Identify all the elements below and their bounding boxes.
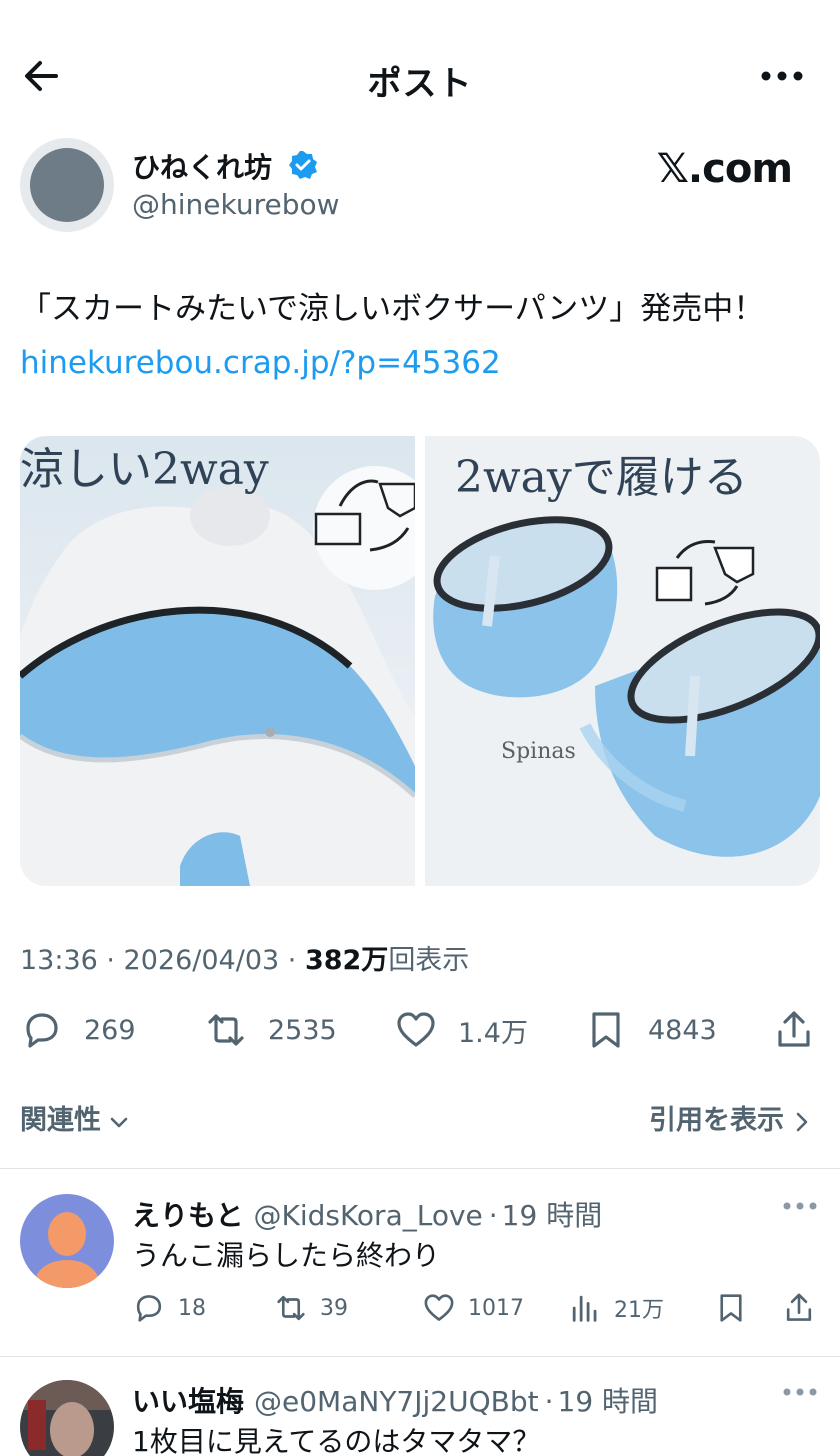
author-name[interactable]: ひねくれ坊 (132, 146, 272, 186)
reply-more-icon[interactable] (782, 1386, 818, 1398)
reply-time-sep: · (488, 1199, 498, 1232)
reply-views-count: 21万 (614, 1298, 664, 1323)
reply-more-icon[interactable] (782, 1200, 818, 1212)
reply-author-handle[interactable]: @e0MaNY7Jj2UQBbt (254, 1385, 539, 1418)
post-meta: 13:36 · 2026/04/03 · 382万回表示 (20, 938, 469, 977)
post-text-body: 「スカートみたいで涼しいボクサーパンツ」発売中！ (20, 291, 765, 327)
x-watermark: 𝕏.com (656, 146, 793, 192)
reply-share-button[interactable] (782, 1288, 816, 1328)
reply-item[interactable]: えりもと @KidsKora_Love · 19 時間 うんこ漏らしたら終わり 18 … (0, 1194, 840, 1334)
image-right-caption: 2wayで履ける (455, 452, 748, 503)
heart-icon (424, 1294, 454, 1321)
image-left-caption: 涼しい2way (20, 444, 269, 495)
post-author: ひねくれ坊 @hinekurebow 𝕏.com (20, 138, 820, 238)
reply-button[interactable]: 269 (20, 1004, 136, 1056)
reply-reply-count: 18 (178, 1295, 206, 1321)
share-icon (786, 1293, 812, 1321)
brand-logo: Spinas (501, 739, 576, 764)
analytics-icon (572, 1295, 597, 1322)
reply-author-name[interactable]: いい塩梅 (132, 1385, 244, 1418)
divider (0, 1168, 840, 1169)
reply-header: えりもと @KidsKora_Love · 19 時間 (132, 1194, 602, 1234)
reply-reply-button[interactable]: 18 (132, 1288, 206, 1328)
view-quotes-link[interactable]: 引用を表示 (649, 1098, 812, 1137)
page-title: ポスト (367, 64, 473, 104)
reply-item[interactable]: いい塩梅 @e0MaNY7Jj2UQBbt · 19 時間 1枚目に見えてるのはタマタ… (0, 1380, 840, 1456)
repost-icon (277, 1295, 305, 1321)
post-link[interactable]: hinekurebou.crap.jp/?p=45362 (20, 345, 501, 381)
reply-time-sep: · (544, 1385, 554, 1418)
reply-author-handle[interactable]: @KidsKora_Love (253, 1199, 482, 1232)
reply-author-name[interactable]: えりもと (132, 1199, 243, 1232)
repost-count: 2535 (268, 1014, 337, 1046)
like-count: 1.4万 (458, 1017, 528, 1049)
bookmark-button[interactable]: 4843 (584, 1004, 717, 1056)
repost-icon (208, 1014, 244, 1046)
reply-icon (136, 1295, 162, 1322)
more-options-icon[interactable] (760, 66, 804, 86)
reply-repost-button[interactable]: 39 (274, 1288, 348, 1328)
sort-relevance-button[interactable]: 関連性 (20, 1098, 131, 1137)
share-button[interactable] (772, 1004, 816, 1056)
divider (0, 1356, 840, 1357)
reply-bookmark-button[interactable] (714, 1288, 748, 1328)
reply-like-count: 1017 (468, 1295, 524, 1321)
post-time: 13:36 · 2026/04/03 · (20, 945, 305, 976)
reply-like-button[interactable]: 1017 (422, 1288, 524, 1328)
top-bar: ポスト (0, 40, 840, 112)
reply-count: 269 (84, 1014, 136, 1046)
reply-actions: 18 39 1017 21万 (132, 1288, 822, 1328)
views-label: 回表示 (388, 945, 470, 976)
chevron-right-icon (796, 1112, 808, 1131)
bookmark-count: 4843 (648, 1014, 717, 1046)
reply-icon (26, 1013, 58, 1048)
post-media[interactable]: 涼しい2way 2wayで履ける Spinas (20, 436, 820, 886)
bookmark-icon (720, 1294, 742, 1322)
product-image-worn[interactable]: 涼しい2way (20, 436, 415, 886)
heart-icon (397, 1012, 435, 1047)
repost-button[interactable]: 2535 (204, 1004, 337, 1056)
reply-text: 1枚目に見えてるのはタマタマ？ (132, 1425, 541, 1456)
like-button[interactable]: 1.4万 (394, 1004, 528, 1056)
bookmark-icon (592, 1012, 620, 1048)
reply-time: 19 時間 (557, 1385, 659, 1418)
reply-text: うんこ漏らしたら終わり (132, 1239, 441, 1272)
reply-avatar[interactable] (20, 1194, 114, 1288)
reply-views-button[interactable]: 21万 (568, 1288, 664, 1328)
share-icon (778, 1011, 810, 1047)
reply-time: 19 時間 (501, 1199, 603, 1232)
reply-avatar[interactable] (20, 1380, 114, 1456)
post-actions: 269 2535 1.4万 4843 (20, 1004, 820, 1056)
views-count[interactable]: 382万 (305, 945, 388, 976)
chevron-down-icon (110, 1117, 128, 1127)
author-handle[interactable]: @hinekurebow (132, 188, 340, 221)
author-avatar[interactable] (20, 138, 114, 232)
sort-label: 関連性 (20, 1105, 101, 1136)
verified-badge-icon (289, 151, 317, 179)
quotes-label: 引用を表示 (649, 1105, 784, 1136)
product-image-pair[interactable]: 2wayで履ける Spinas (425, 436, 820, 886)
reply-repost-count: 39 (320, 1295, 348, 1321)
reply-header: いい塩梅 @e0MaNY7Jj2UQBbt · 19 時間 (132, 1380, 658, 1420)
post-text: 「スカートみたいで涼しいボクサーパンツ」発売中！ hinekurebou.cra… (20, 282, 810, 390)
